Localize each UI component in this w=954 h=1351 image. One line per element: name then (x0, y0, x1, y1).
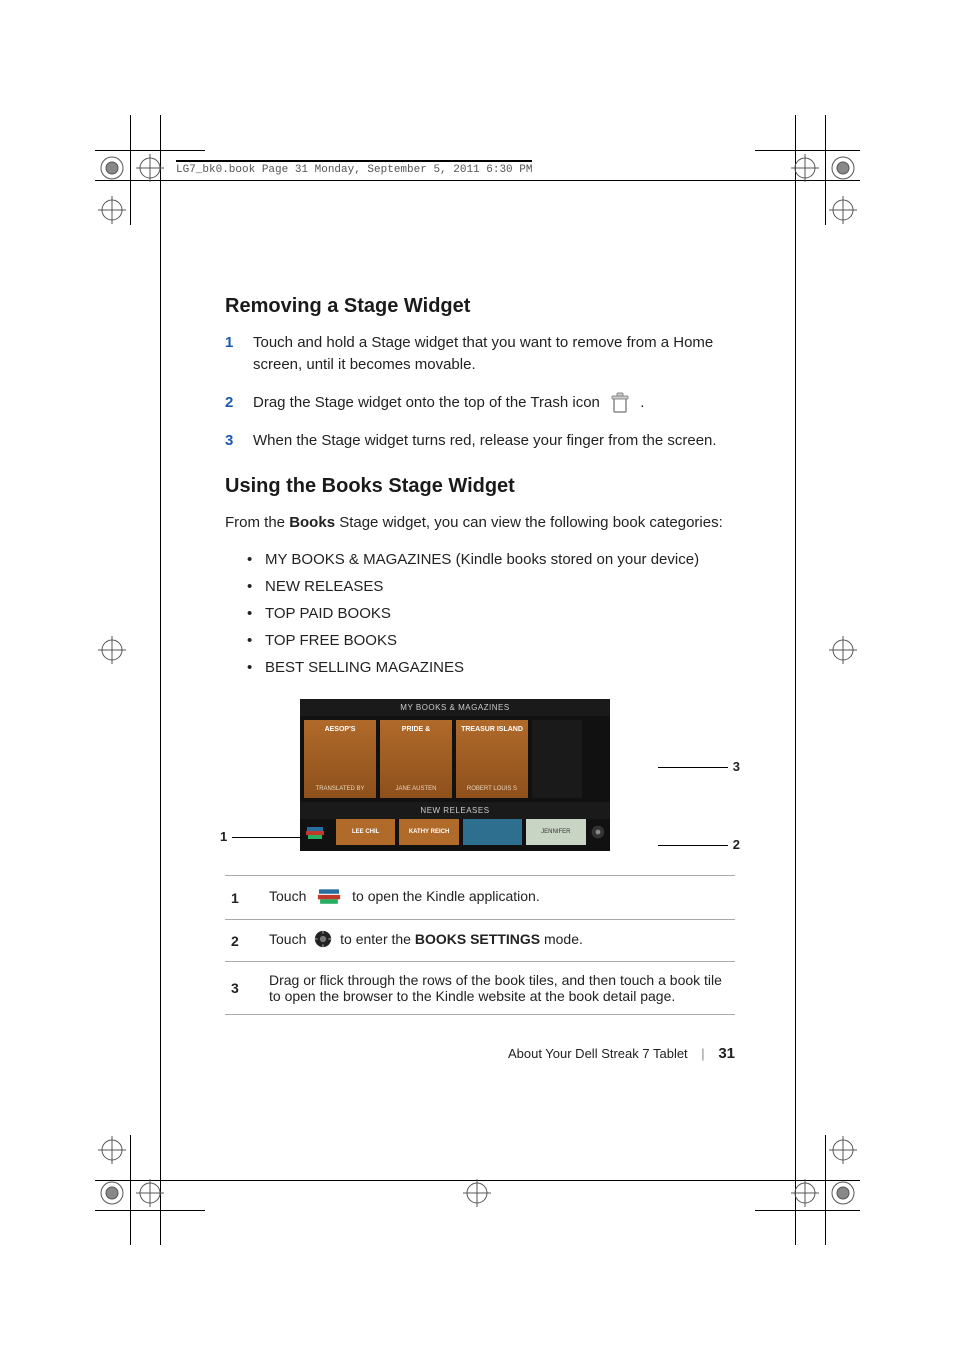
text-fragment: Touch (269, 931, 310, 947)
step-text: When the Stage widget turns red, release… (253, 430, 717, 452)
mini-tile (463, 819, 522, 845)
page-footer: About Your Dell Streak 7 Tablet | 31 (225, 1045, 735, 1062)
page-number: 31 (718, 1045, 735, 1062)
callout-desc: Touch to open the Kindle application. (263, 876, 735, 920)
step-number: 3 (225, 430, 239, 452)
book-title: AESOP'S (325, 726, 356, 733)
section-heading-books: Using the Books Stage Widget (225, 475, 735, 498)
crop-mark (95, 180, 860, 181)
crop-mark (130, 1135, 131, 1245)
step-text: Touch and hold a Stage widget that you w… (253, 332, 735, 376)
list-item: MY BOOKS & MAGAZINES (Kindle books store… (247, 546, 735, 573)
list-item: 1 Touch and hold a Stage widget that you… (225, 332, 735, 376)
intro-paragraph: From the Books Stage widget, you can vie… (225, 512, 735, 534)
book-tile: PRIDE & JANE AUSTEN (380, 720, 452, 798)
callout-desc: Drag or flick through the rows of the bo… (263, 962, 735, 1015)
footer-label: About Your Dell Streak 7 Tablet (508, 1046, 688, 1061)
kindle-icon (304, 821, 326, 843)
list-item: BEST SELLING MAGAZINES (247, 654, 735, 681)
gear-icon (314, 930, 332, 951)
crop-mark (95, 1210, 205, 1211)
list-item: NEW RELEASES (247, 573, 735, 600)
trash-icon (610, 392, 630, 414)
text-fragment: From the (225, 514, 289, 531)
text-fragment: mode. (544, 931, 583, 947)
book-tile: TREASUR ISLAND ROBERT LOUIS S (456, 720, 528, 798)
list-item: TOP PAID BOOKS (247, 600, 735, 627)
step-text: Drag the Stage widget onto the top of th… (253, 392, 644, 414)
section-heading-removing: Removing a Stage Widget (225, 295, 735, 318)
print-meta-header: LG7_bk0.book Page 31 Monday, September 5… (176, 160, 532, 176)
categories-list: MY BOOKS & MAGAZINES (Kindle books store… (247, 546, 735, 681)
crop-mark (130, 115, 131, 225)
callout-label: 2 (733, 837, 740, 852)
text-bold: Books (289, 514, 335, 531)
callout-num: 1 (225, 876, 263, 920)
book-tile: AESOP'S TRANSLATED BY (304, 720, 376, 798)
crop-mark (755, 150, 860, 151)
table-row: 1 Touch to open the Kindle application. (225, 876, 735, 920)
step-text-fragment: . (640, 394, 644, 411)
book-title: PRIDE & (402, 726, 430, 733)
book-author: ROBERT LOUIS S (467, 786, 517, 792)
text-fragment: Touch (269, 888, 310, 904)
widget-figure: 1 3 2 MY BOOKS & MAGAZINES AESOP'S TRANS… (300, 699, 660, 851)
crop-mark (160, 115, 161, 1245)
mini-tile: KATHY REICH (399, 819, 458, 845)
callout-line (232, 837, 302, 838)
mini-tile: JENNIFER (526, 819, 585, 845)
list-item: 2 Drag the Stage widget onto the top of … (225, 392, 735, 414)
step-number: 2 (225, 392, 239, 414)
text-fragment: Stage widget, you can view the following… (335, 514, 723, 531)
table-row: 2 Touch to enter the BOOKS SETTINGS (225, 920, 735, 962)
callout-1: 1 (220, 829, 227, 844)
callout-2: 2 (733, 837, 740, 852)
crop-mark (755, 1210, 860, 1211)
page-content: Removing a Stage Widget 1 Touch and hold… (225, 295, 735, 1045)
widget-row: LEE CHIL KATHY REICH JENNIFER (300, 819, 610, 847)
book-tile-empty (532, 720, 582, 798)
crop-mark (95, 1180, 860, 1181)
crop-mark (795, 115, 796, 1245)
callout-num: 2 (225, 920, 263, 962)
table-row: 3 Drag or flick through the rows of the … (225, 962, 735, 1015)
widget-category-header: NEW RELEASES (300, 802, 610, 819)
callout-3: 3 (733, 759, 740, 774)
widget-category-header: MY BOOKS & MAGAZINES (300, 699, 610, 716)
crop-mark (825, 1135, 826, 1245)
callout-num: 3 (225, 962, 263, 1015)
text-fragment: to open the Kindle application. (352, 888, 540, 904)
widget-row: AESOP'S TRANSLATED BY PRIDE & JANE AUSTE… (300, 716, 610, 802)
removing-steps-list: 1 Touch and hold a Stage widget that you… (225, 332, 735, 451)
callout-label: 1 (220, 829, 227, 844)
callout-line (658, 845, 728, 846)
text-fragment: to enter the (340, 931, 415, 947)
callout-label: 3 (733, 759, 740, 774)
text-bold: BOOKS SETTINGS (415, 931, 540, 947)
mini-tile: LEE CHIL (336, 819, 395, 845)
book-title: TREASUR ISLAND (461, 726, 523, 733)
book-author: JANE AUSTEN (395, 786, 436, 792)
list-item: 3 When the Stage widget turns red, relea… (225, 430, 735, 452)
list-item: TOP FREE BOOKS (247, 627, 735, 654)
callout-line (658, 767, 728, 768)
crop-mark (95, 150, 205, 151)
step-number: 1 (225, 332, 239, 376)
step-text-fragment: Drag the Stage widget onto the top of th… (253, 394, 604, 411)
gear-icon (590, 822, 607, 842)
kindle-icon (314, 886, 344, 909)
footer-separator: | (701, 1046, 704, 1061)
crop-mark (825, 115, 826, 225)
book-author: TRANSLATED BY (316, 786, 365, 792)
callout-table: 1 Touch to open the Kindle application. … (225, 875, 735, 1015)
callout-desc: Touch to enter the BOOKS SETTINGS mode. (263, 920, 735, 962)
books-stage-widget: MY BOOKS & MAGAZINES AESOP'S TRANSLATED … (300, 699, 610, 851)
